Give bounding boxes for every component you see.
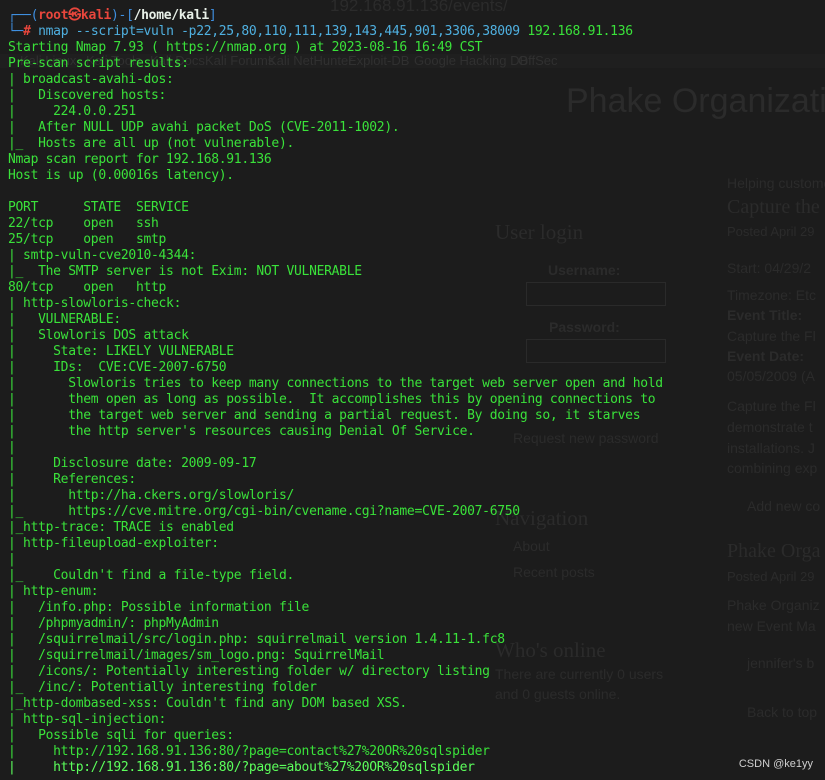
output-line: |_ /inc/: Potentially interesting folder: [8, 680, 317, 695]
output-line: |: [8, 440, 16, 455]
command-args: --script=vuln -p22,25,80,110,111,139,143…: [68, 24, 528, 39]
output-line: | After NULL UDP avahi packet DoS (CVE-2…: [8, 120, 400, 135]
output-line: | Discovered hosts:: [8, 88, 167, 103]
output-line: 22/tcp open ssh: [8, 216, 159, 231]
prompt-frame: └─: [8, 24, 24, 39]
output-line: | /squirrelmail/images/sm_logo.png: Squi…: [8, 648, 385, 663]
output-line: | IDs: CVE:CVE-2007-6750: [8, 360, 227, 375]
output-line: | /phpmyadmin/: phpMyAdmin: [8, 616, 219, 631]
output-line: |_http-trace: TRACE is enabled: [8, 520, 234, 535]
output-line: | Possible sqli for queries:: [8, 728, 234, 743]
output-line: |_ Hosts are all up (not vulnerable).: [8, 136, 295, 151]
command-target: 192.168.91.136: [527, 24, 633, 39]
output-line: | 224.0.0.251: [8, 104, 136, 119]
output-line: | /squirrelmail/src/login.php: squirrelm…: [8, 632, 505, 647]
output-line: Nmap scan report for 192.168.91.136: [8, 152, 272, 167]
output-line: | smtp-vuln-cve2010-4344:: [8, 248, 197, 263]
output-line: | Slowloris tries to keep many connectio…: [8, 376, 663, 391]
terminal[interactable]: ┌──(root㉿kali)-[/home/kali] └─# nmap --s…: [0, 8, 825, 776]
output-line: |_http-dombased-xss: Couldn't find any D…: [8, 696, 407, 711]
watermark: CSDN @ke1yy: [738, 758, 813, 770]
output-line: | http://192.168.91.136:80/?page=about%2…: [8, 760, 475, 775]
output-line: 25/tcp open smtp: [8, 232, 167, 247]
output-line: | http-sql-injection:: [8, 712, 167, 727]
prompt-path: /home/kali: [133, 8, 210, 23]
output-line: 80/tcp open http: [8, 280, 167, 295]
output-line: | VULNERABLE:: [8, 312, 121, 327]
output-line: | http://ha.ckers.org/slowloris/: [8, 488, 295, 503]
output-line: |_ https://cve.mitre.org/cgi-bin/cvename…: [8, 504, 520, 519]
output-line: | http://192.168.91.136:80/?page=contact…: [8, 744, 490, 759]
prompt-symbol: #: [23, 24, 31, 39]
output-line: Host is up (0.00016s latency).: [8, 168, 234, 183]
prompt-frame: ]: [208, 8, 217, 23]
output-line: | broadcast-avahi-dos:: [8, 72, 174, 87]
output-line: |: [8, 552, 16, 567]
output-line: |_ The SMTP server is not Exim: NOT VULN…: [8, 264, 362, 279]
prompt-frame: )-[: [111, 8, 134, 23]
prompt-line: ┌──(root㉿kali)-[/home/kali]: [0, 8, 825, 24]
output-line: | References:: [8, 472, 136, 487]
output-line: | them open as long as possible. It acco…: [8, 392, 656, 407]
output-line: | http-enum:: [8, 584, 99, 599]
command-program: nmap: [38, 24, 69, 39]
output-line: | Slowloris DOS attack: [8, 328, 189, 343]
output-line: | /info.php: Possible information file: [8, 600, 310, 615]
prompt-frame: ┌──(: [8, 8, 39, 23]
output-line: Starting Nmap 7.93 ( https://nmap.org ) …: [8, 40, 483, 55]
output-line: PORT STATE SERVICE: [8, 200, 189, 215]
prompt-user-host: root㉿kali: [38, 8, 112, 23]
output-line: | http-slowloris-check:: [8, 296, 182, 311]
output-line: | http-fileupload-exploiter:: [8, 536, 219, 551]
output-line: | /icons/: Potentially interesting folde…: [8, 664, 490, 679]
output-line: | Disclosure date: 2009-09-17: [8, 456, 257, 471]
output-line: | the target web server and sending a pa…: [8, 408, 641, 423]
command-line: └─# nmap --script=vuln -p22,25,80,110,11…: [0, 24, 825, 40]
output-line: Pre-scan script results:: [8, 56, 189, 71]
terminal-output: Starting Nmap 7.93 ( https://nmap.org ) …: [0, 40, 825, 776]
output-line: | State: LIKELY VULNERABLE: [8, 344, 234, 359]
output-line: |_ Couldn't find a file-type field.: [8, 568, 295, 583]
output-line: | the http server's resources causing De…: [8, 424, 475, 439]
